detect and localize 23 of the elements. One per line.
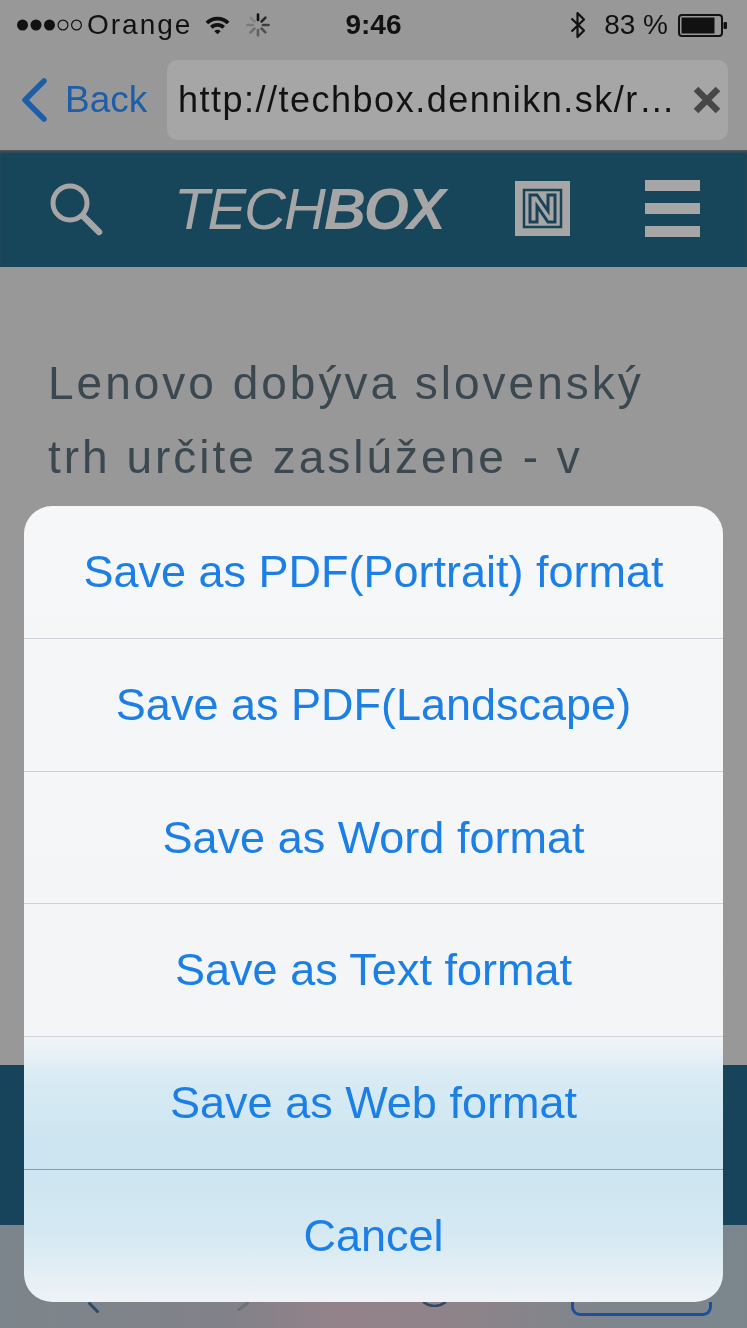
clear-icon[interactable] [692,85,722,115]
carrier-name: Orange [87,9,193,41]
signal-dots-icon [17,19,82,31]
wifi-icon [205,15,231,35]
battery-icon [678,13,728,37]
back-button[interactable]: Back [20,78,148,122]
bluetooth-icon [569,9,588,41]
menu-option[interactable]: Save as Web format [24,1036,723,1170]
letter-n-icon[interactable] [515,181,570,236]
menu-option[interactable]: Save as PDF(Portrait) format [24,506,723,638]
back-chevron-icon [88,1302,99,1313]
url-field[interactable]: http://techbox.dennikn.sk/r… [167,60,728,140]
cancel-button[interactable]: Cancel [24,1169,723,1302]
menu-option[interactable]: Save as PDF(Landscape) [24,637,723,771]
forward-chevron-icon [237,1302,249,1311]
menu-option[interactable]: Save as Word format [24,770,723,904]
battery-percentage: 83 % [604,9,668,41]
clock-time: 9:46 [345,9,402,41]
menu-icon[interactable] [645,180,700,237]
article-heading: Lenovo dobýva slovenský trh určite zaslúžene - v [48,356,645,485]
menu-option[interactable]: Save as Text format [24,903,723,1037]
chevron-left-icon [20,78,48,122]
activity-spinner-icon [246,13,271,37]
